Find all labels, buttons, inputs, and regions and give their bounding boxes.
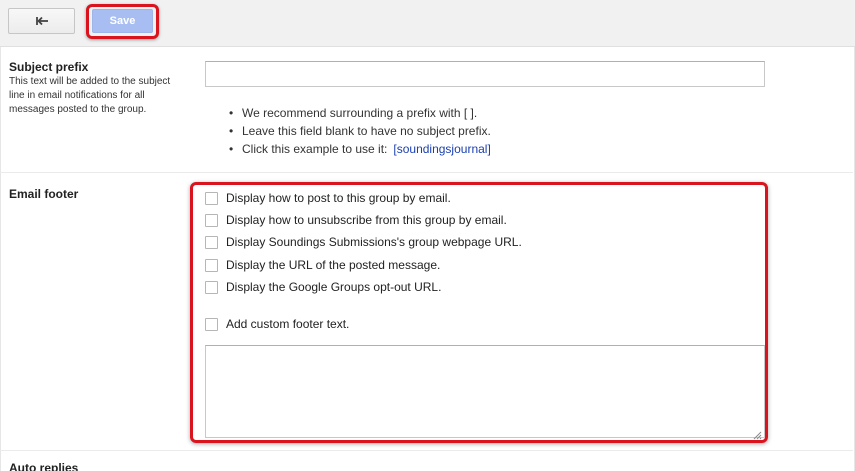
footer-option-label: Display the Google Groups opt-out URL. [226, 280, 442, 294]
subject-prefix-input[interactable] [205, 61, 765, 87]
checkbox[interactable] [205, 235, 218, 249]
auto-replies-title: Auto replies [9, 461, 79, 471]
subject-prefix-title: Subject prefix [9, 60, 89, 74]
toolbar: Save [0, 0, 855, 47]
save-button[interactable]: Save [92, 9, 153, 33]
footer-option-label: Display the URL of the posted message. [226, 258, 441, 272]
checkbox[interactable] [205, 258, 218, 272]
bullet-icon: • [229, 106, 234, 120]
checkbox[interactable] [205, 191, 218, 205]
footer-option-label: Display how to unsubscribe from this gro… [226, 213, 507, 227]
footer-option-unsubscribe[interactable]: Display how to unsubscribe from this gro… [205, 211, 507, 229]
bullet-icon: • [229, 142, 234, 156]
hint-text: Click this example to use it: [242, 142, 388, 156]
hint-text: Leave this field blank to have no subjec… [242, 124, 491, 138]
section-divider [0, 450, 853, 451]
footer-option-label: Display Soundings Submissions's group we… [226, 235, 522, 249]
custom-footer-textarea[interactable] [205, 345, 765, 438]
example-prefix-link[interactable]: [soundingsjournal] [393, 142, 490, 156]
bullet-icon: • [229, 124, 234, 138]
subject-prefix-hints: • We recommend surrounding a prefix with … [228, 104, 491, 158]
subject-prefix-description: This text will be added to the subject l… [9, 76, 171, 115]
checkbox[interactable] [205, 280, 218, 294]
footer-option-group-url[interactable]: Display Soundings Submissions's group we… [205, 233, 522, 251]
back-arrow-icon [34, 15, 50, 27]
group-settings-page: Save Subject prefix This text will be ad… [0, 0, 855, 471]
checkbox[interactable] [205, 213, 218, 227]
email-footer-title: Email footer [9, 187, 79, 201]
footer-option-label: Add custom footer text. [226, 317, 350, 331]
footer-option-message-url[interactable]: Display the URL of the posted message. [205, 256, 440, 274]
section-divider [0, 172, 853, 173]
footer-option-label: Display how to post to this group by ema… [226, 191, 451, 205]
footer-option-post-by-email[interactable]: Display how to post to this group by ema… [205, 189, 451, 207]
hint-text: We recommend surrounding a prefix with [… [242, 106, 478, 120]
hint-item: • Leave this field blank to have no subje… [228, 122, 491, 140]
footer-option-custom-text[interactable]: Add custom footer text. [205, 315, 349, 333]
checkbox[interactable] [205, 317, 218, 331]
back-button[interactable] [8, 8, 75, 34]
hint-item: • Click this example to use it: [soundings… [228, 140, 491, 158]
footer-option-opt-out-url[interactable]: Display the Google Groups opt-out URL. [205, 278, 441, 296]
resize-grip-icon[interactable] [752, 427, 762, 440]
hint-item: • We recommend surrounding a prefix with … [228, 104, 491, 122]
